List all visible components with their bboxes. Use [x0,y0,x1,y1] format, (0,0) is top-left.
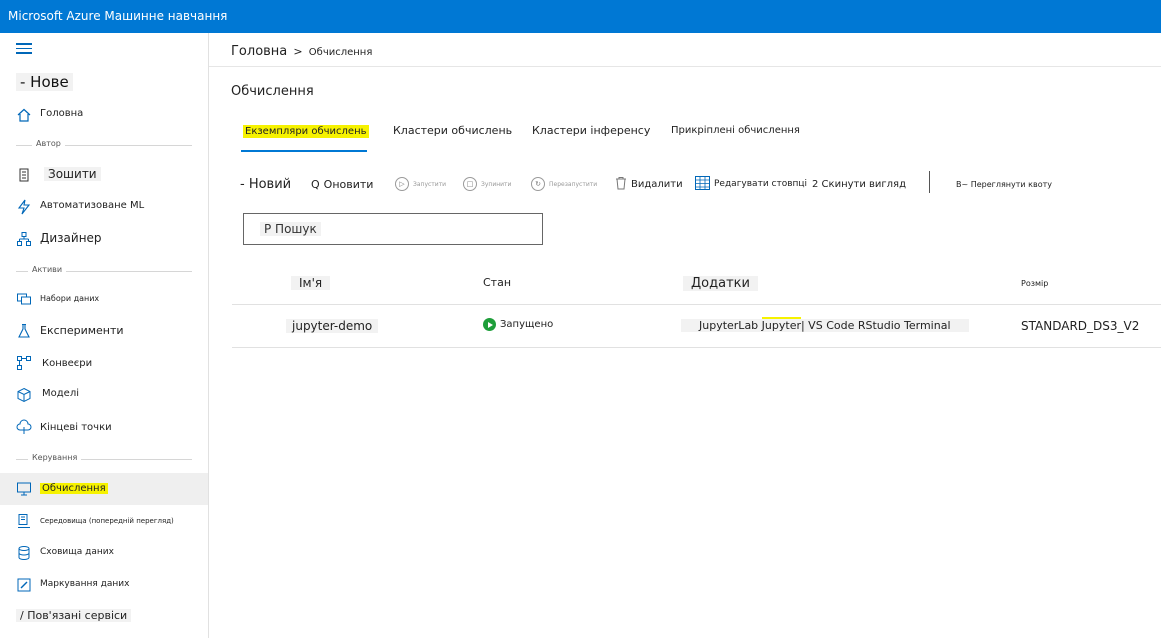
sidebar-item-label: Моделі [42,388,79,399]
breadcrumb-current: Обчислення [308,47,373,58]
restart-icon: ↻ [531,177,545,191]
sidebar-item-home[interactable]: Головна [0,101,208,129]
sidebar-item-label: Конвеєри [42,358,93,369]
sidebar-item-models[interactable]: Моделі [0,381,208,409]
sidebar-item-label: Дизайнер [40,231,102,245]
table-divider [232,304,1161,305]
column-header-size[interactable]: Розмір [1021,279,1048,288]
section-author: Автор [16,139,192,151]
sidebar-item-linked-services[interactable]: / Пов'язані сервіси [0,603,208,631]
columns-icon [695,175,710,193]
sidebar-item-label: Сховища даних [40,547,114,557]
designer-icon [16,231,32,247]
sidebar-item-label: Кінцеві точки [40,422,112,433]
sidebar-item-experiments[interactable]: Експерименти [0,317,208,345]
sidebar-item-pipelines[interactable]: Конвеєри [0,349,208,377]
sidebar-item-label: / Пов'язані сервіси [16,609,132,622]
sidebar-item-label: Експерименти [40,324,124,337]
section-assets: Активи [16,265,192,277]
notebook-icon [16,167,32,183]
sidebar-item-environments[interactable]: Середовища (попередній перегляд) [0,507,208,535]
sidebar: - Нове Головна Автор Зошити Автоматизова… [0,33,209,638]
row-applications: JupyterLab Jupyter| VS Code RStudio Term… [681,317,969,332]
page-title: Обчислення [231,84,314,99]
hamburger-menu-icon[interactable] [16,43,32,55]
sidebar-item-automl[interactable]: Автоматизоване ML [0,193,208,221]
breadcrumb-home[interactable]: Головна [231,44,287,59]
section-manage: Керування [16,453,192,465]
trash-icon [615,176,627,193]
sidebar-item-endpoints[interactable]: Кінцеві точки [0,413,208,441]
breadcrumb: Головна > Обчислення [231,44,372,59]
sidebar-item-label: Головна [40,108,84,119]
app-title[interactable]: Microsoft Azure Машинне навчання [8,9,227,23]
tab-active-indicator [241,150,367,152]
tab-inference-clusters[interactable]: Кластери інференсу [532,124,650,137]
datastores-icon [16,545,32,561]
sidebar-item-compute[interactable]: Обчислення [0,473,208,505]
datasets-icon [16,291,32,307]
play-icon: ▷ [395,177,409,191]
stop-icon: □ [463,177,477,191]
tab-attached-compute[interactable]: Прикріплені обчислення [671,125,800,136]
sidebar-item-label: Зошити [44,167,101,181]
tab-compute-clusters[interactable]: Кластери обчислень [393,124,512,137]
column-header-state[interactable]: Стан [483,276,511,289]
top-bar: Microsoft Azure Машинне навчання [0,0,1161,33]
stop-button[interactable]: □ Зупинити [463,176,511,192]
search-input[interactable]: Р Пошук [243,213,543,245]
sidebar-item-designer[interactable]: Дизайнер [0,225,208,253]
row-name-link[interactable]: jupyter-demo [286,319,379,333]
edit-columns-button[interactable]: Редагувати стовпці [695,175,807,193]
app-link-others[interactable]: | VS Code RStudio Terminal [801,319,951,332]
column-header-apps[interactable]: Додатки [683,276,758,291]
home-icon [16,107,32,123]
sidebar-item-label: Обчислення [40,483,108,494]
automl-icon [16,199,32,215]
tab-compute-instances[interactable]: Екземпляри обчислень [243,124,369,138]
sidebar-item-label: Маркування даних [40,579,130,589]
row-status: Запущено [483,318,553,331]
delete-button[interactable]: Видалити [615,176,683,192]
sidebar-item-labeling[interactable]: Маркування даних [0,571,208,599]
endpoints-icon [16,419,32,435]
sidebar-item-label: Набори даних [40,294,100,303]
sidebar-item-datasets[interactable]: Набори даних [0,285,208,313]
app-link-jupyter[interactable]: Jupyter [761,317,801,332]
experiments-icon [16,323,32,339]
compute-icon [16,481,32,497]
environments-icon [16,513,32,529]
row-status-label: Запущено [500,319,554,330]
models-icon [16,387,32,403]
table-row-divider [232,347,1161,348]
labeling-icon [16,577,32,593]
refresh-button[interactable]: Q Оновити [311,176,373,192]
row-size: STANDARD_DS3_V2 [1021,319,1140,333]
pipelines-icon [16,355,32,371]
new-button[interactable]: - Нове [16,73,73,91]
new-compute-button[interactable]: - Новий [240,176,291,192]
column-header-name[interactable]: Ім'я [291,276,331,290]
toolbar-divider [929,171,930,193]
reset-view-button[interactable]: 2 Скинути вигляд [812,176,906,192]
running-status-icon [483,318,496,331]
sidebar-item-datastores[interactable]: Сховища даних [0,539,208,567]
search-placeholder: Р Пошук [260,222,321,236]
start-button[interactable]: ▷ Запустити [395,176,446,192]
sidebar-item-label: Автоматизоване ML [40,200,145,211]
app-link-jupyterlab[interactable]: JupyterLab [699,319,762,332]
view-quota-button[interactable]: В~ Переглянути квоту [956,176,1052,192]
breadcrumb-separator: > [293,45,303,58]
sidebar-item-label: Середовища (попередній перегляд) [40,517,174,525]
restart-button[interactable]: ↻ Перезапустити [531,176,597,192]
refresh-icon: Q [311,177,320,191]
sidebar-item-notebooks[interactable]: Зошити [0,161,208,189]
header-divider [209,66,1161,67]
